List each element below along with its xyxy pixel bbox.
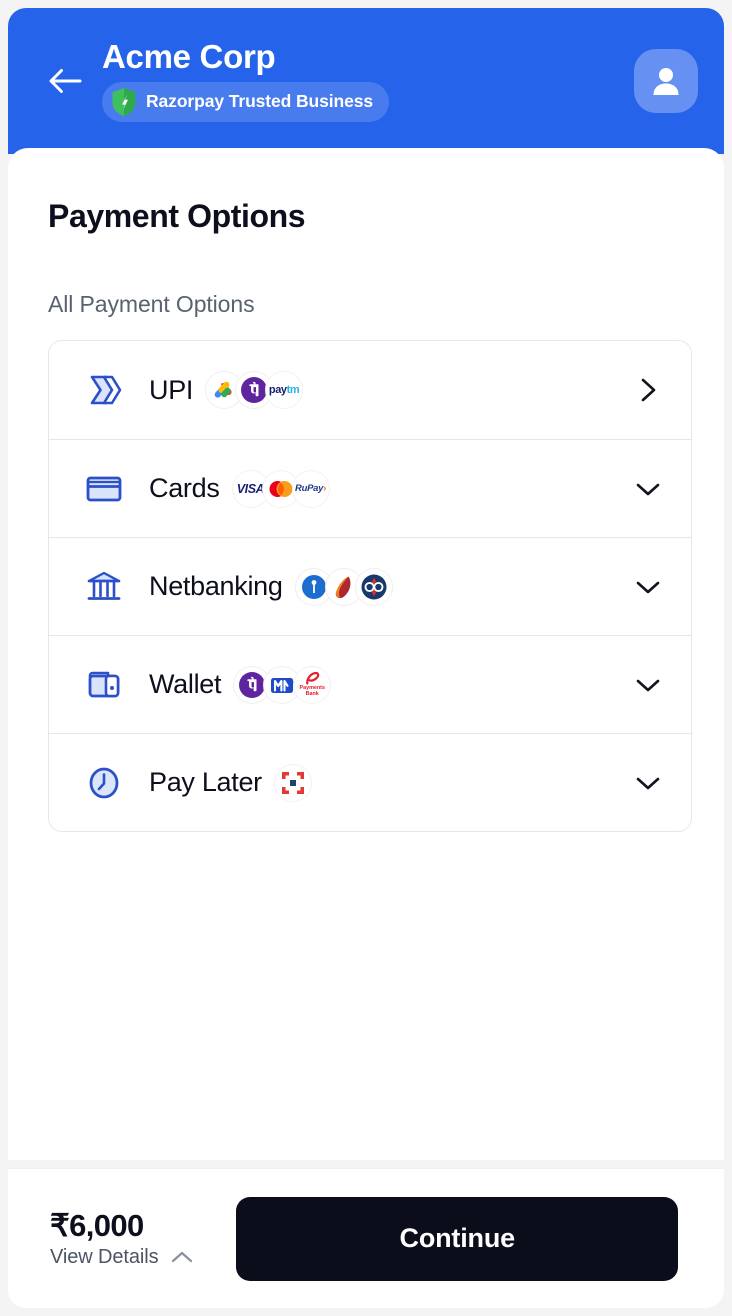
view-details-button[interactable]: View Details xyxy=(50,1246,194,1269)
merchant-info: Acme Corp Razorpay Trusted Business xyxy=(102,40,634,122)
bank-of-baroda-logo xyxy=(354,567,393,606)
clock-icon xyxy=(81,760,127,806)
chevron-up-icon xyxy=(172,1252,193,1263)
upi-provider-logos: paytm xyxy=(205,371,631,409)
view-details-label: View Details xyxy=(50,1245,159,1268)
back-button[interactable] xyxy=(42,58,88,104)
cards-provider-logos: VISA RuPay› xyxy=(231,469,631,508)
simpl-logo xyxy=(273,763,312,802)
payment-option-label: UPI xyxy=(149,374,194,405)
credit-card-icon xyxy=(81,466,127,512)
trusted-business-label: Razorpay Trusted Business xyxy=(146,91,374,112)
payment-sheet: Payment Options All Payment Options UPI xyxy=(8,148,724,1160)
payment-option-label: Cards xyxy=(149,473,220,503)
payment-option-netbanking[interactable]: Netbanking xyxy=(49,537,691,635)
payment-option-label: Netbanking xyxy=(149,571,283,601)
checkout-screen: Acme Corp Razorpay Trusted Business Paym… xyxy=(0,0,732,1316)
continue-button[interactable]: Continue xyxy=(236,1196,678,1281)
payment-option-label: Wallet xyxy=(149,669,222,699)
chevron-down-icon[interactable] xyxy=(631,570,665,604)
user-account-button[interactable] xyxy=(634,49,698,113)
wallet-icon xyxy=(81,662,127,708)
payment-option-cards[interactable]: Cards VISA RuPay› xyxy=(49,439,691,537)
bank-icon xyxy=(81,564,127,610)
netbanking-provider-logos xyxy=(294,567,631,606)
paytm-logo: paytm xyxy=(265,371,304,409)
shield-check-icon xyxy=(112,87,136,116)
user-avatar-icon xyxy=(653,68,679,95)
airtel-payments-bank-logo: Payments Bank xyxy=(293,665,332,704)
payment-options-list: UPI paytm Cards VISA RuPay› Netbanking W… xyxy=(48,340,692,832)
chevron-down-icon[interactable] xyxy=(631,472,665,506)
payment-option-wallet[interactable]: Wallet Payments Bank xyxy=(49,635,691,733)
chevron-down-icon[interactable] xyxy=(631,766,665,800)
payment-option-label: Pay Later xyxy=(149,767,262,797)
payment-option-paylater[interactable]: Pay Later xyxy=(49,733,691,831)
amount-summary: ₹6,000 View Details xyxy=(50,1208,194,1269)
wallet-provider-logos: Payments Bank xyxy=(233,665,631,704)
trusted-business-badge: Razorpay Trusted Business xyxy=(102,81,390,122)
checkout-footer: ₹6,000 View Details Continue xyxy=(8,1168,724,1308)
chevron-down-icon[interactable] xyxy=(631,668,665,702)
page-title: Payment Options xyxy=(48,198,306,234)
chevron-right-icon[interactable] xyxy=(631,373,665,407)
arrow-left-icon xyxy=(49,69,82,93)
section-label: All Payment Options xyxy=(48,291,255,317)
rupay-logo: RuPay› xyxy=(291,469,330,508)
payment-option-upi[interactable]: UPI paytm xyxy=(49,341,691,439)
paylater-provider-logos xyxy=(273,763,631,802)
total-amount: ₹6,000 xyxy=(50,1208,144,1244)
merchant-name: Acme Corp xyxy=(102,38,276,76)
upi-arrows-icon xyxy=(81,367,127,413)
merchant-header: Acme Corp Razorpay Trusted Business xyxy=(8,8,724,154)
